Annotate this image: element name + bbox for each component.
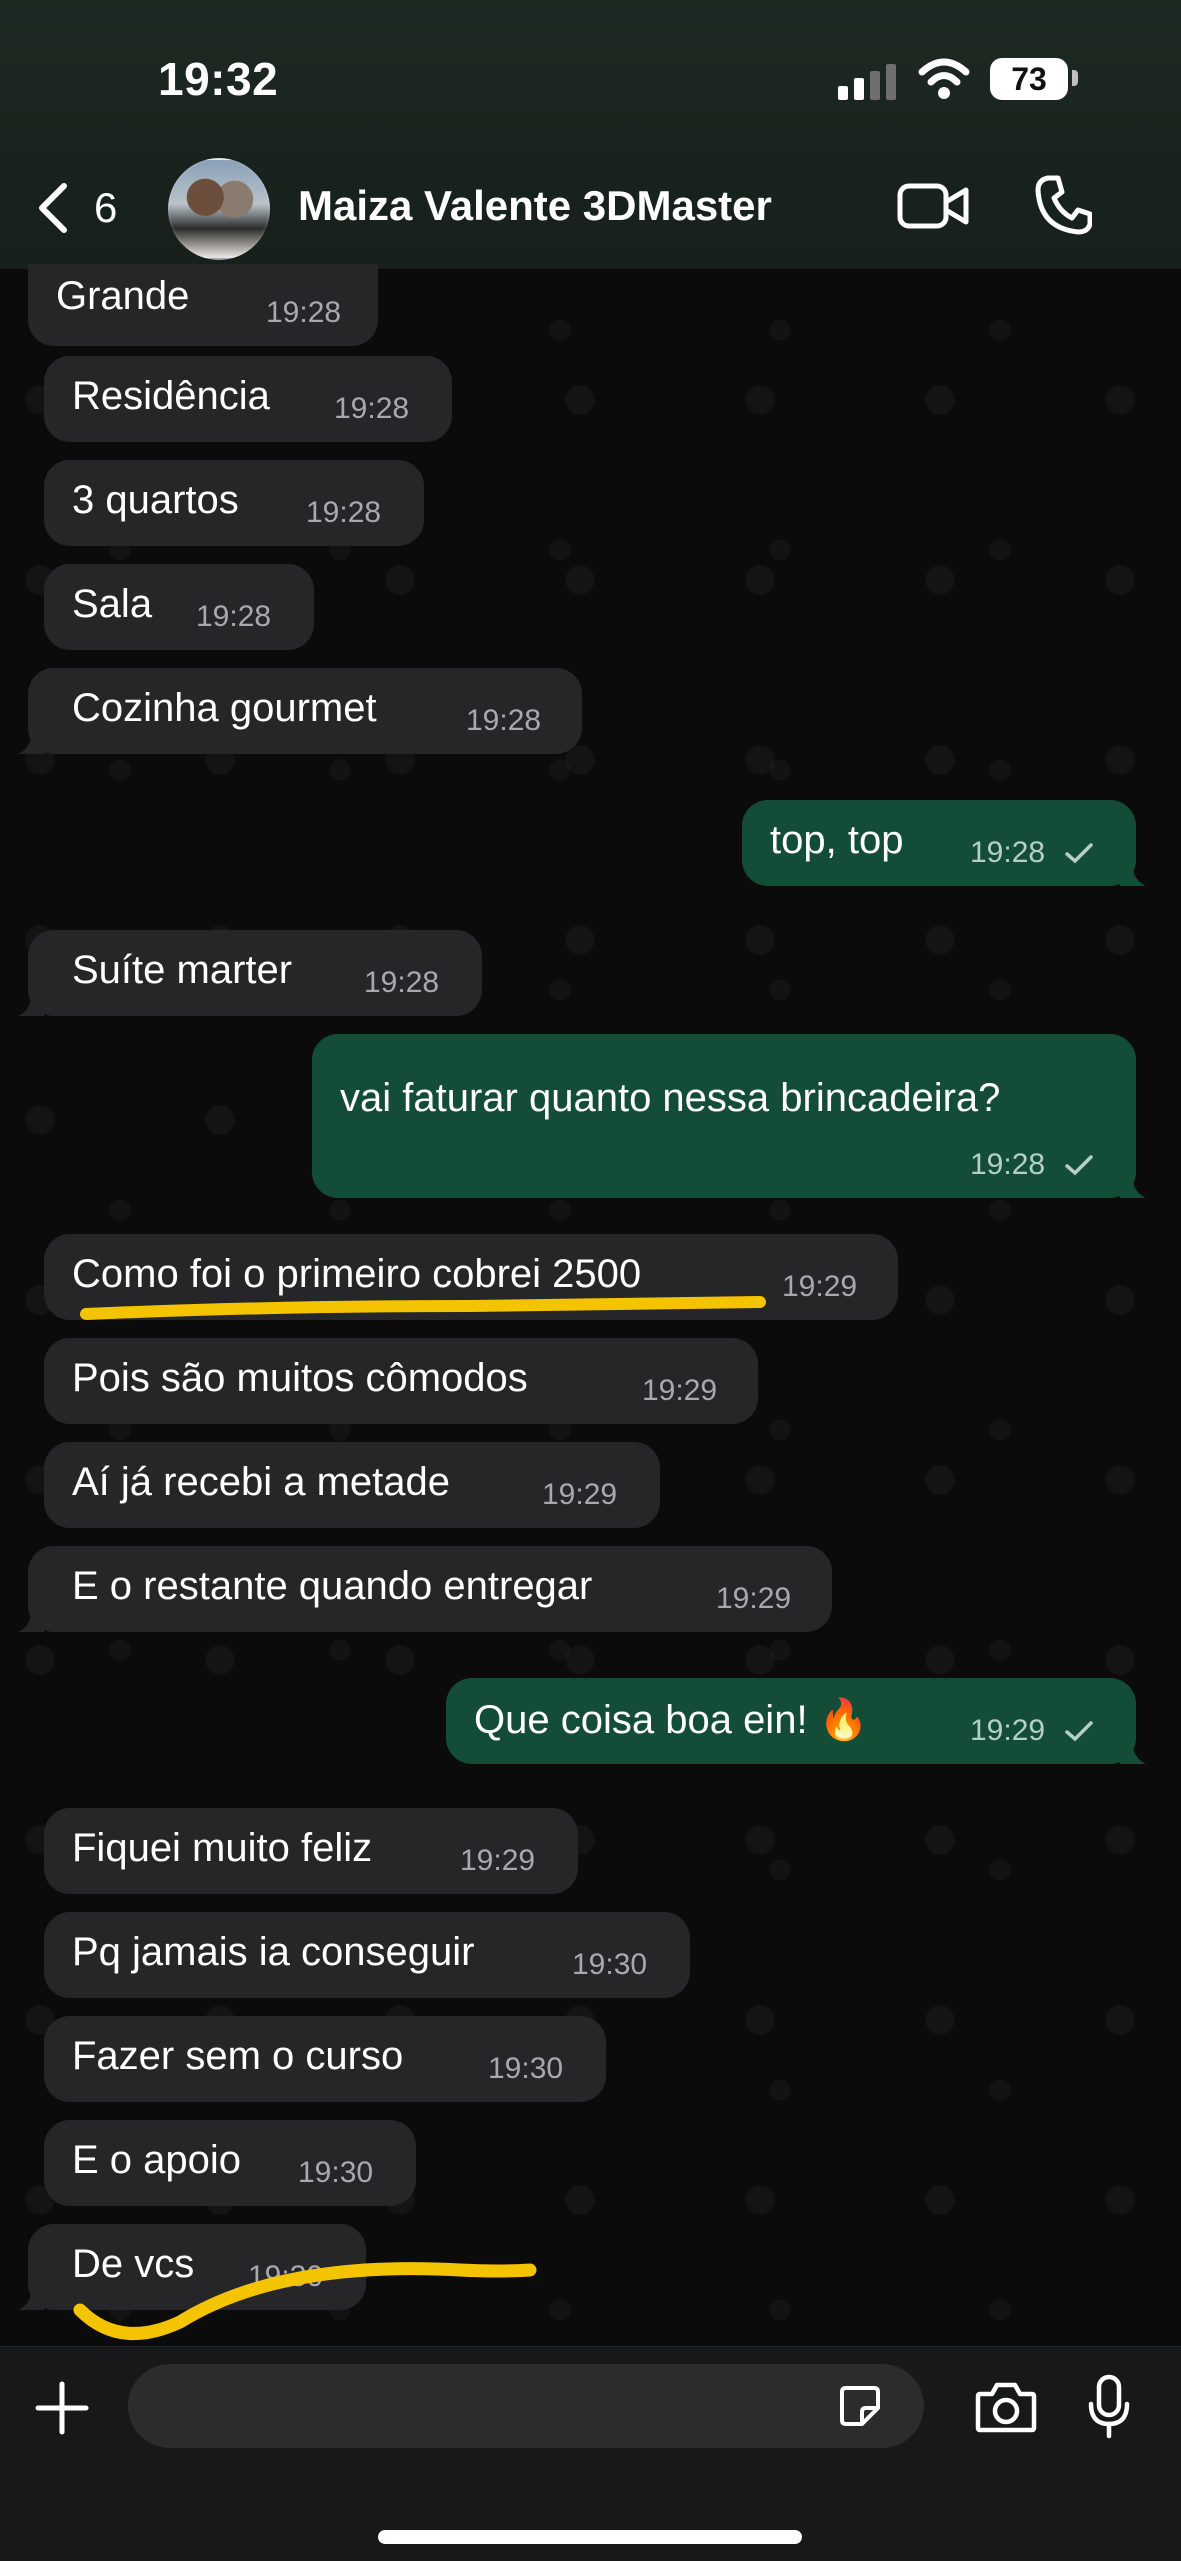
bubble-tail — [18, 990, 44, 1016]
message-text: Residência — [72, 374, 270, 418]
message-time: 19:28 — [970, 836, 1046, 869]
message-incoming[interactable]: Residência 19:28 — [44, 356, 452, 442]
message-outgoing[interactable]: Que coisa boa ein! 🔥 19:29 — [446, 1678, 1146, 1764]
message-time: 19:29 — [460, 1844, 536, 1877]
message-text: Cozinha gourmet — [72, 686, 377, 730]
message-incoming[interactable]: 3 quartos 19:28 — [44, 460, 424, 546]
message-text: Pois são muitos cômodos — [72, 1356, 528, 1400]
contact-avatar[interactable] — [168, 158, 270, 260]
message-incoming[interactable]: Sala 19:28 — [44, 564, 314, 650]
message-incoming[interactable]: Suíte marter 19:28 — [18, 930, 482, 1016]
battery-indicator: 73 — [990, 58, 1068, 100]
video-camera-icon[interactable] — [896, 178, 970, 234]
message-time: 19:30 — [298, 2156, 374, 2189]
sticker-icon[interactable] — [838, 2384, 882, 2428]
message-incoming[interactable]: Fiquei muito feliz 19:29 — [44, 1808, 578, 1894]
message-time: 19:30 — [572, 1948, 648, 1981]
chevron-left-icon[interactable] — [34, 182, 70, 234]
message-incoming[interactable]: Pq jamais ia conseguir 19:30 — [44, 1912, 690, 1998]
message-incoming[interactable]: Pois são muitos cômodos 19:29 — [44, 1338, 758, 1424]
camera-icon[interactable] — [974, 2380, 1038, 2434]
status-time: 19:32 — [158, 53, 279, 105]
message-time: 19:28 — [266, 296, 342, 329]
message-time: 19:30 — [488, 2052, 564, 2085]
message-outgoing[interactable]: vai faturar quanto nessa brincadeira? 19… — [312, 1034, 1146, 1198]
cellular-signal-icon — [838, 64, 896, 100]
battery-tip — [1072, 70, 1078, 86]
phone-icon[interactable] — [1034, 174, 1092, 236]
message-text: Que coisa boa ein! 🔥 — [474, 1698, 869, 1742]
chat-header: 19:32 73 6 Maiza Valente 3DMaster — [0, 0, 1181, 268]
bubble-tail — [1120, 860, 1146, 886]
message-text: vai faturar quanto nessa brincadeira? — [340, 1076, 1001, 1120]
message-input[interactable] — [128, 2364, 924, 2448]
message-time: 19:30 — [248, 2260, 324, 2293]
message-time: 19:29 — [970, 1714, 1046, 1747]
message-time: 19:28 — [334, 392, 410, 425]
message-text: 3 quartos — [72, 478, 239, 522]
unread-count[interactable]: 6 — [94, 184, 117, 232]
message-text: Aí já recebi a metade — [72, 1460, 450, 1504]
message-text: Sala — [72, 582, 153, 626]
message-incoming[interactable]: De vcs 19:30 — [18, 2224, 366, 2310]
message-incoming[interactable]: E o apoio 19:30 — [44, 2120, 416, 2206]
message-text: Grande — [56, 274, 190, 318]
message-text: Fiquei muito feliz — [72, 1826, 373, 1870]
message-incoming[interactable]: Grande 19:28 — [28, 264, 378, 346]
message-incoming[interactable]: E o restante quando entregar 19:29 — [18, 1546, 832, 1632]
bubble-tail — [1120, 1172, 1146, 1198]
message-time: 19:28 — [196, 600, 272, 633]
message-text: Pq jamais ia conseguir — [72, 1930, 475, 1974]
message-incoming[interactable]: Aí já recebi a metade 19:29 — [44, 1442, 660, 1528]
bubble-tail — [18, 1606, 44, 1632]
bubble-tail — [18, 2284, 44, 2310]
message-text: De vcs — [72, 2242, 195, 2286]
checkmark-icon — [1065, 843, 1093, 864]
message-time: 19:28 — [466, 704, 542, 737]
microphone-icon[interactable] — [1088, 2374, 1130, 2440]
message-incoming[interactable]: Fazer sem o curso 19:30 — [44, 2016, 606, 2102]
message-text: E o restante quando entregar — [72, 1564, 593, 1608]
message-text: Suíte marter — [72, 948, 293, 992]
message-time: 19:29 — [642, 1374, 718, 1407]
plus-icon[interactable] — [34, 2380, 90, 2436]
message-time: 19:28 — [364, 966, 440, 999]
bubble-tail — [18, 728, 44, 754]
message-time: 19:29 — [542, 1478, 618, 1511]
message-text: E o apoio — [72, 2138, 242, 2182]
wifi-icon — [918, 58, 970, 99]
message-incoming[interactable]: Cozinha gourmet 19:28 — [18, 668, 582, 754]
message-text: Como foi o primeiro cobrei 2500 — [72, 1252, 642, 1296]
message-time: 19:28 — [970, 1148, 1046, 1181]
contact-name[interactable]: Maiza Valente 3DMaster — [298, 182, 772, 230]
home-indicator — [378, 2530, 802, 2544]
message-text: Fazer sem o curso — [72, 2034, 404, 2078]
checkmark-icon — [1065, 1155, 1093, 1176]
checkmark-icon — [1065, 1721, 1093, 1742]
message-time: 19:28 — [306, 496, 382, 529]
message-time: 19:29 — [782, 1270, 858, 1303]
message-incoming[interactable]: Como foi o primeiro cobrei 2500 19:29 — [44, 1234, 898, 1320]
message-text: top, top — [770, 818, 904, 862]
bubble-tail — [1120, 1738, 1146, 1764]
message-outgoing[interactable]: top, top 19:28 — [742, 800, 1146, 886]
message-time: 19:29 — [716, 1582, 792, 1615]
